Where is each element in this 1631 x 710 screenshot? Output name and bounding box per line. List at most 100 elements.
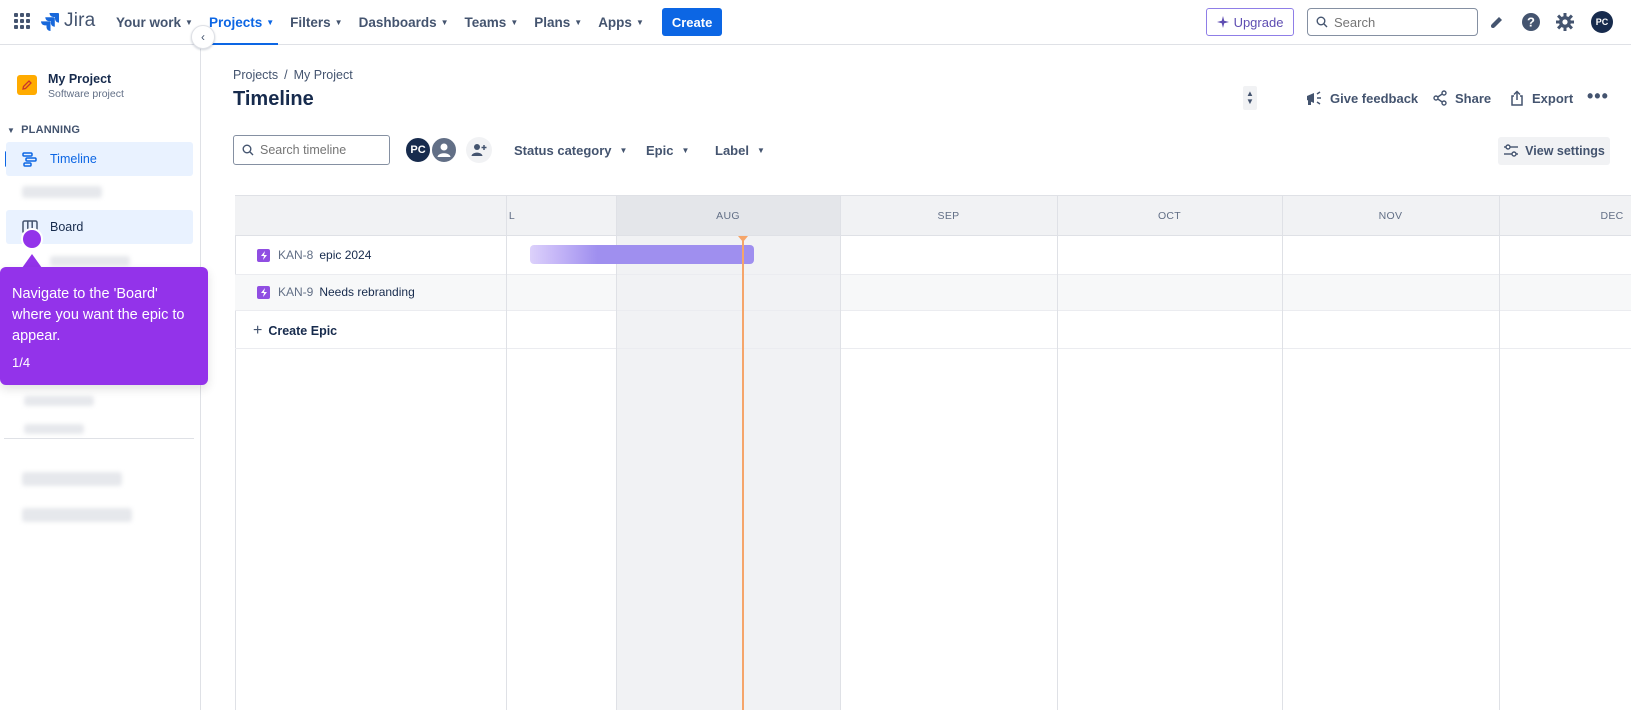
timeline-grid — [235, 195, 1631, 710]
chevron-down-icon: ▼ — [619, 146, 628, 155]
chevron-down-icon: ▼ — [1246, 97, 1254, 106]
blurred-item — [24, 424, 84, 434]
column-divider — [1282, 195, 1283, 710]
guide-beacon[interactable] — [21, 228, 43, 250]
share-icon — [1433, 90, 1447, 106]
user-avatar[interactable]: PC — [1591, 11, 1613, 33]
export-button[interactable]: Export — [1509, 90, 1573, 106]
section-label: PLANNING — [21, 124, 81, 136]
nav-dashboards[interactable]: Dashboards ▼ — [351, 0, 457, 44]
breadcrumb-project[interactable]: My Project — [294, 68, 353, 82]
column-divider — [506, 195, 507, 710]
epic-lightning-icon — [257, 248, 270, 262]
nav-teams-label: Teams — [464, 14, 507, 30]
month-label: AUG — [716, 210, 740, 222]
today-marker-line — [742, 240, 744, 710]
epic-filter-label: Epic — [646, 143, 674, 158]
nav-filters[interactable]: Filters ▼ — [282, 0, 350, 44]
blurred-item — [24, 396, 94, 406]
timeline-row-alt — [235, 274, 1631, 311]
create-button[interactable]: Create — [661, 8, 723, 36]
epic-bar-kan-8[interactable] — [530, 245, 754, 264]
upgrade-label: Upgrade — [1233, 14, 1284, 30]
nav-teams[interactable]: Teams ▼ — [457, 0, 527, 44]
notifications-icon[interactable] — [1486, 11, 1508, 33]
nav-apps[interactable]: Apps ▼ — [590, 0, 652, 44]
row-divider — [235, 274, 1631, 275]
status-category-filter[interactable]: Status category ▼ — [514, 143, 627, 158]
nav-your-work[interactable]: Your work ▼ — [108, 0, 201, 44]
timeline-icon — [22, 152, 37, 167]
help-icon[interactable]: ? — [1520, 11, 1542, 33]
planning-section-header[interactable]: ▼ PLANNING — [7, 124, 80, 136]
column-divider — [1057, 195, 1058, 710]
chevron-down-icon: ▼ — [440, 17, 449, 27]
nav-plans[interactable]: Plans ▼ — [526, 0, 590, 44]
global-search[interactable] — [1307, 8, 1478, 36]
epic-summary[interactable]: Needs rebranding — [319, 285, 414, 299]
epic-row-kan-9[interactable]: KAN-9 Needs rebranding — [257, 285, 415, 299]
breadcrumb: Projects / My Project — [233, 68, 353, 82]
settings-icon[interactable] — [1554, 11, 1576, 33]
collapse-sidebar-button[interactable]: ‹ — [191, 25, 215, 49]
assignee-avatar-pc[interactable]: PC — [404, 136, 432, 164]
chevron-left-icon: ‹ — [201, 30, 205, 44]
chevron-down-icon: ▼ — [334, 17, 343, 27]
project-type: Software project — [48, 88, 124, 100]
epic-filter[interactable]: Epic ▼ — [646, 143, 689, 158]
chevron-down-icon: ▼ — [266, 17, 275, 27]
top-navigation: Jira Your work ▼ Projects ▼ Filters ▼ Dashb… — [0, 0, 1631, 45]
upgrade-button[interactable]: Upgrade — [1206, 8, 1294, 36]
more-actions-icon[interactable]: ••• — [1587, 86, 1609, 107]
breadcrumb-projects[interactable]: Projects — [233, 68, 278, 82]
column-divider — [616, 195, 617, 710]
chevron-down-icon: ▼ — [510, 17, 519, 27]
nav-plans-label: Plans — [534, 14, 571, 30]
epic-key[interactable]: KAN-8 — [278, 248, 313, 262]
megaphone-icon — [1307, 91, 1321, 105]
epic-summary[interactable]: epic 2024 — [319, 248, 371, 262]
sidebar-item-timeline[interactable]: Timeline — [6, 142, 193, 176]
project-name[interactable]: My Project — [48, 72, 111, 86]
row-divider — [235, 310, 1631, 311]
view-settings-button[interactable]: View settings — [1498, 137, 1610, 165]
nav-apps-label: Apps — [598, 14, 632, 30]
sparkle-icon — [1216, 16, 1229, 28]
label-filter[interactable]: Label ▼ — [715, 143, 765, 158]
label-filter-label: Label — [715, 143, 749, 158]
sidebar-divider — [4, 438, 194, 439]
tooltip-text: Navigate to the 'Board' where you want t… — [12, 286, 185, 344]
add-people-button[interactable] — [466, 137, 492, 163]
timeline-search-input[interactable] — [260, 143, 380, 157]
nav-projects-label: Projects — [208, 14, 263, 30]
timeline-search[interactable] — [233, 135, 390, 165]
breadcrumb-separator: / — [284, 68, 288, 82]
epic-key[interactable]: KAN-9 — [278, 285, 313, 299]
blurred-item — [22, 472, 122, 486]
share-button[interactable]: Share — [1432, 90, 1491, 106]
create-epic-button[interactable]: + Create Epic — [253, 322, 337, 340]
svg-text:?: ? — [1527, 15, 1535, 30]
row-divider — [235, 348, 1631, 349]
blurred-item — [22, 186, 102, 198]
month-label: SEP — [937, 210, 960, 222]
sidebar-item-label: Timeline — [50, 152, 97, 166]
status-category-label: Status category — [514, 143, 612, 158]
pencil-icon — [22, 80, 32, 90]
chevron-down-icon: ▼ — [756, 146, 765, 155]
nav-dashboards-label: Dashboards — [358, 14, 437, 30]
jira-logo[interactable]: Jira — [40, 10, 95, 32]
app-switcher-icon[interactable] — [14, 13, 30, 29]
chevron-down-icon: ▼ — [681, 146, 690, 155]
sidebar-item-label: Board — [50, 220, 84, 234]
give-feedback-button[interactable]: Give feedback — [1305, 90, 1418, 106]
expand-stepper[interactable]: ▲ ▼ — [1243, 86, 1257, 110]
gear-icon — [1556, 13, 1574, 31]
give-feedback-label: Give feedback — [1330, 90, 1419, 106]
epic-row-kan-8[interactable]: KAN-8 epic 2024 — [257, 248, 371, 262]
project-avatar-icon — [17, 75, 37, 95]
help-circle-icon: ? — [1522, 13, 1540, 31]
global-search-input[interactable] — [1334, 14, 1464, 30]
chevron-down-icon: ▼ — [574, 17, 583, 27]
unassigned-avatar[interactable] — [430, 136, 458, 164]
